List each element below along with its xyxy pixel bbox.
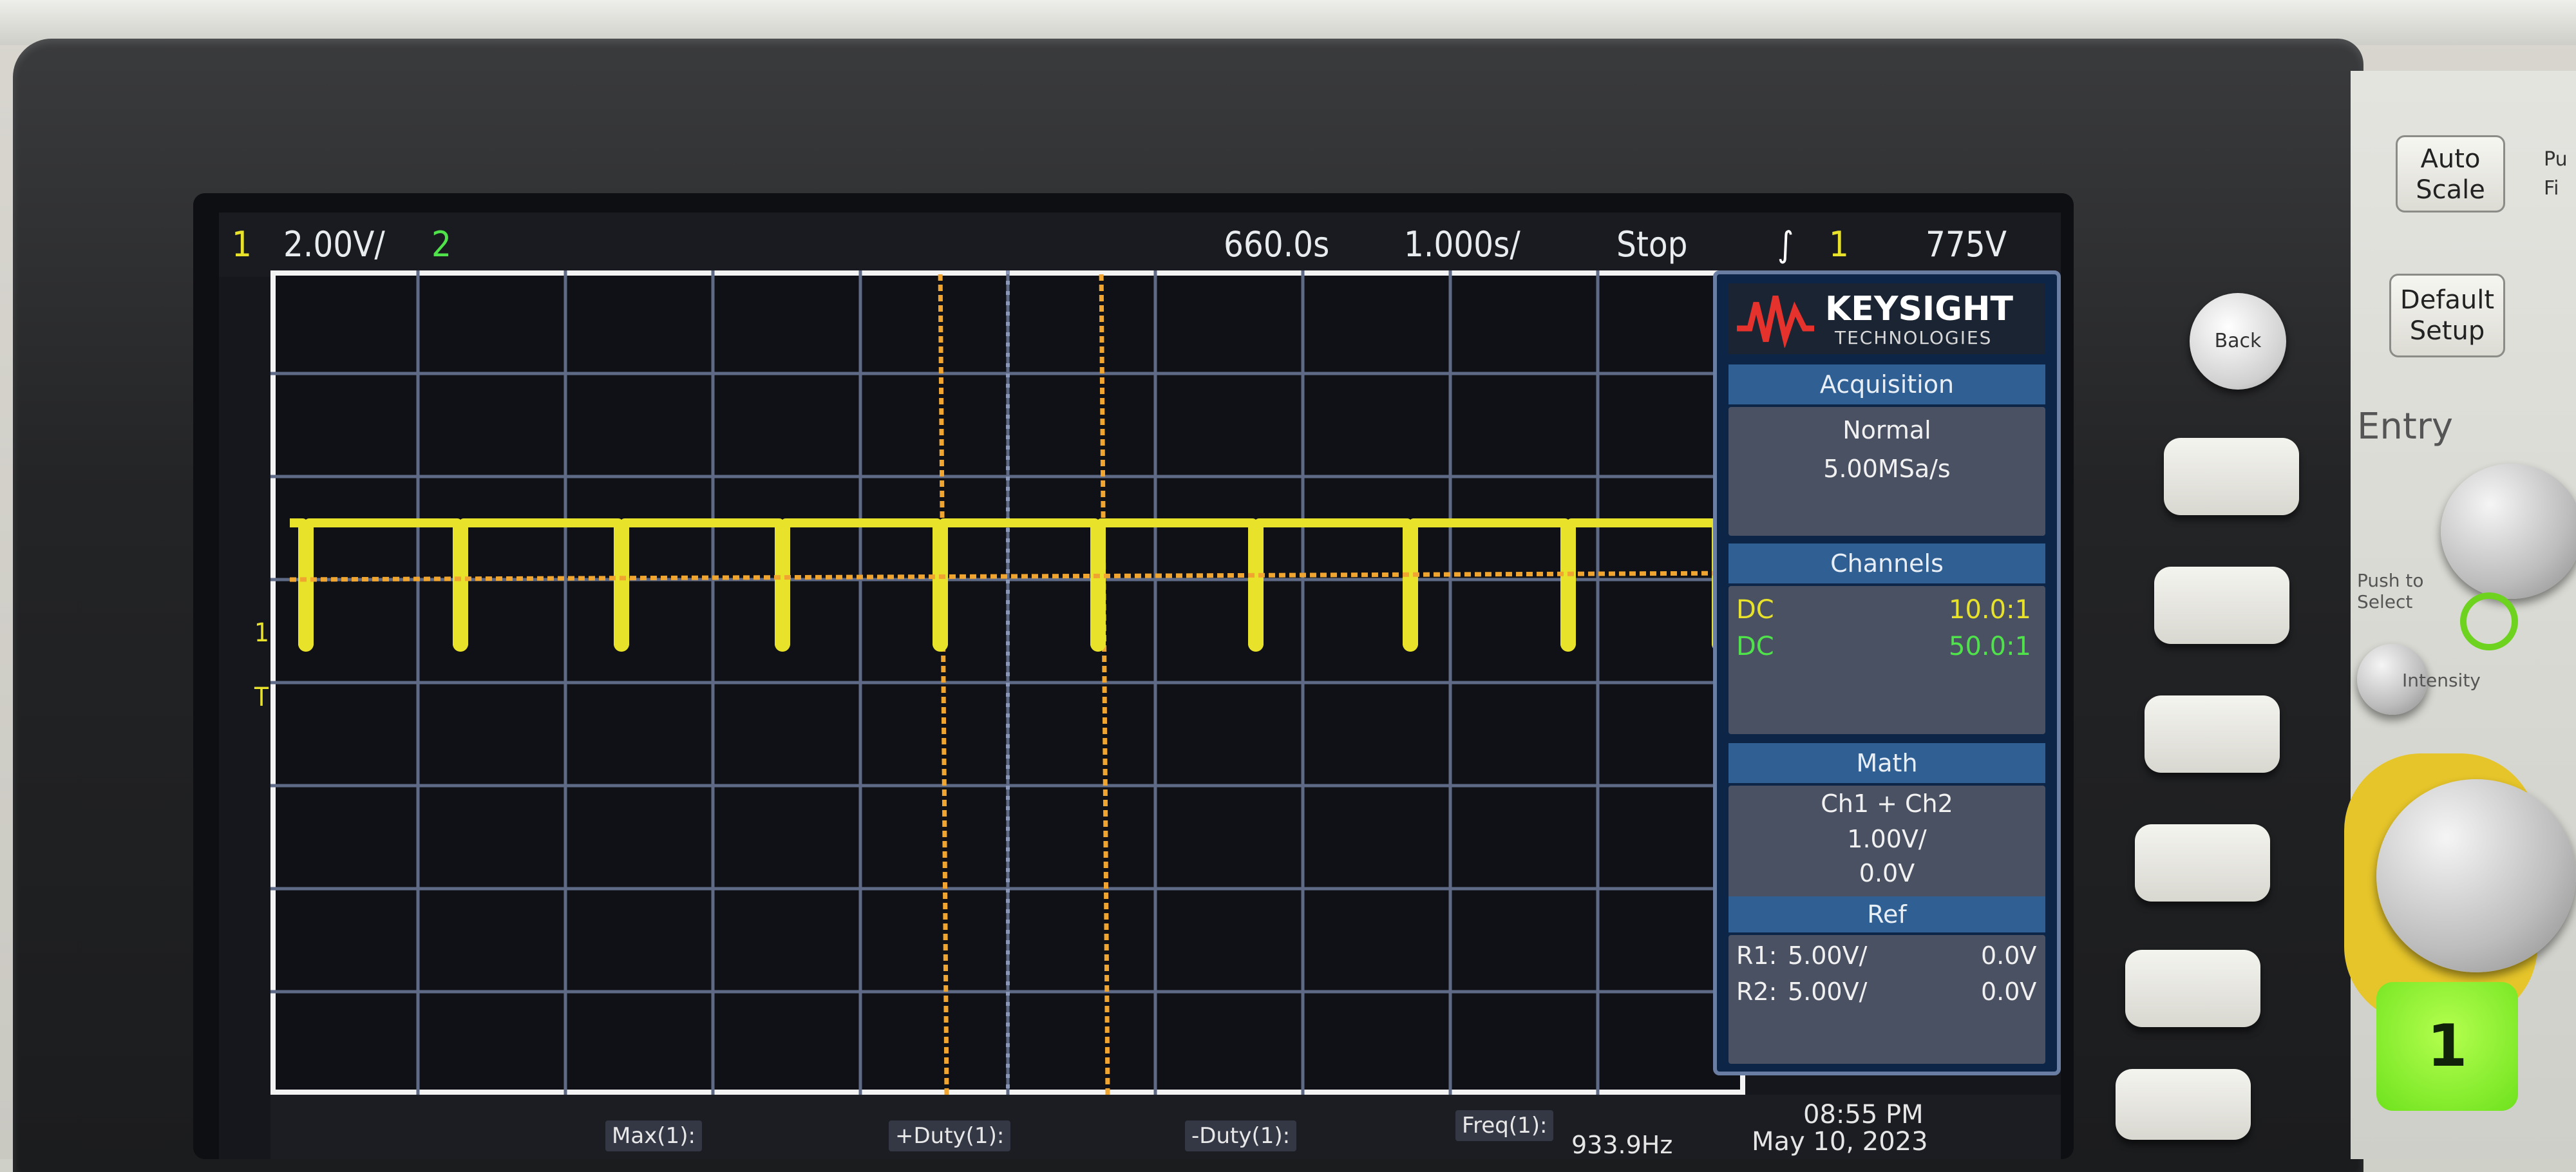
meas-freq-value: 933.9Hz — [1571, 1131, 1673, 1159]
pulse-tip — [614, 636, 629, 652]
logo-line1: KEYSIGHT — [1825, 290, 2013, 328]
keysight-wave-icon — [1737, 295, 1814, 348]
intensity-label: Intensity — [2402, 670, 2481, 691]
math-scale: 1.00V/ — [1847, 825, 1927, 853]
math-expression: Ch1 + Ch2 — [1821, 789, 1953, 818]
entry-led-ring — [2460, 592, 2518, 650]
r1-scale: 5.00V/ — [1788, 941, 1868, 970]
math-offset: 0.0V — [1859, 859, 1915, 887]
softkey-5[interactable] — [2125, 950, 2260, 1027]
back-button[interactable]: Back — [2190, 293, 2286, 390]
meas-neg-duty-label: -Duty(1): — [1191, 1123, 1291, 1149]
meas-freq-label: Freq(1): — [1462, 1113, 1548, 1139]
pulse-tip — [933, 636, 948, 652]
acquisition-title[interactable]: Acquisition — [1728, 364, 2045, 404]
pulse-tip — [775, 636, 790, 652]
r2-offset: 0.0V — [1981, 978, 2037, 1006]
entry-label: Entry — [2357, 406, 2453, 448]
keysight-logo: KEYSIGHT TECHNOLOGIES — [1728, 283, 2045, 354]
clock-time: 08:55 PM — [1803, 1100, 1924, 1129]
pulse-tip — [1560, 636, 1576, 652]
ch1-coupling: DC — [1736, 595, 1774, 625]
ch2-indicator[interactable]: 2 — [431, 224, 451, 265]
pulse-tip — [298, 636, 314, 652]
meas-pos-duty[interactable]: +Duty(1): — [889, 1120, 1011, 1151]
push-label: Pu — [2544, 148, 2568, 171]
ch1-scale[interactable]: 2.00V/ — [283, 224, 385, 265]
fine-label: Fi — [2544, 177, 2559, 200]
trigger-channel[interactable]: 1 — [1829, 224, 1849, 265]
ch1-waveform — [290, 518, 1739, 652]
entry-knob[interactable] — [2441, 464, 2576, 599]
pulse-tip — [1090, 636, 1106, 652]
clock-date: May 10, 2023 — [1752, 1127, 1928, 1157]
trigger-edge-icon: ∫ — [1777, 224, 1794, 265]
auto-scale-label: Auto Scale — [2416, 144, 2485, 205]
r1-offset: 0.0V — [1981, 941, 2037, 970]
time-offset[interactable]: 660.0s — [1224, 224, 1329, 265]
ch1-ground-marker[interactable]: 1 — [254, 618, 269, 648]
auto-scale-button[interactable]: Auto Scale — [2396, 135, 2505, 213]
softkey-2[interactable] — [2154, 567, 2289, 644]
ch1-key[interactable]: 1 — [2376, 982, 2518, 1111]
run-state[interactable]: Stop — [1616, 224, 1687, 265]
meas-max-label: Max(1): — [612, 1123, 696, 1149]
softkey-6[interactable] — [2116, 1069, 2251, 1140]
sample-rate: 5.00MSa/s — [1823, 455, 1951, 483]
ch1-trace — [290, 518, 1739, 648]
push-to-select-label: Push to Select — [2357, 570, 2424, 612]
softkey-4[interactable] — [2135, 824, 2270, 902]
ch1-scale-knob[interactable] — [2376, 779, 2576, 972]
meas-freq[interactable]: Freq(1): — [1455, 1110, 1554, 1141]
grid-lines — [270, 270, 1745, 1095]
r1-name: R1: — [1736, 941, 1777, 970]
pulse-tip — [1248, 636, 1264, 652]
pulse-tip — [1403, 636, 1418, 652]
acquisition-mode: Normal — [1842, 416, 1931, 444]
meas-max[interactable]: Max(1): — [605, 1120, 702, 1151]
info-side-panel: KEYSIGHT TECHNOLOGIES Acquisition Normal… — [1713, 270, 2061, 1075]
ch1-probe: 10.0:1 — [1949, 595, 2031, 625]
waveform-svg — [270, 270, 1745, 1095]
r2-scale: 5.00V/ — [1788, 978, 1868, 1006]
channels-title[interactable]: Channels — [1728, 543, 2045, 583]
ref-title[interactable]: Ref — [1728, 896, 2045, 932]
softkey-3[interactable] — [2145, 695, 2280, 773]
default-setup-label: Default Setup — [2400, 285, 2495, 346]
measurement-bar: Max(1): +Duty(1): -Duty(1): Freq(1): 933… — [270, 1095, 2061, 1159]
time-scale[interactable]: 1.000s/ — [1404, 224, 1520, 265]
ch2-probe: 50.0:1 — [1949, 632, 2031, 661]
ch2-coupling: DC — [1736, 632, 1774, 661]
meas-neg-duty[interactable]: -Duty(1): — [1185, 1120, 1297, 1151]
status-header: 1 2.00V/ 2 660.0s 1.000s/ Stop ∫ 1 775V — [219, 213, 2061, 277]
pulse-tip — [453, 636, 468, 652]
trigger-level[interactable]: 775V — [1926, 224, 2007, 265]
trigger-marker[interactable]: T — [254, 683, 269, 712]
logo-line2: TECHNOLOGIES — [1835, 327, 1993, 348]
ch1-indicator[interactable]: 1 — [232, 224, 252, 265]
softkey-1[interactable] — [2164, 438, 2299, 515]
r2-name: R2: — [1736, 978, 1777, 1006]
math-title[interactable]: Math — [1728, 743, 2045, 783]
meas-pos-duty-label: +Duty(1): — [895, 1123, 1005, 1149]
default-setup-button[interactable]: Default Setup — [2389, 274, 2505, 357]
